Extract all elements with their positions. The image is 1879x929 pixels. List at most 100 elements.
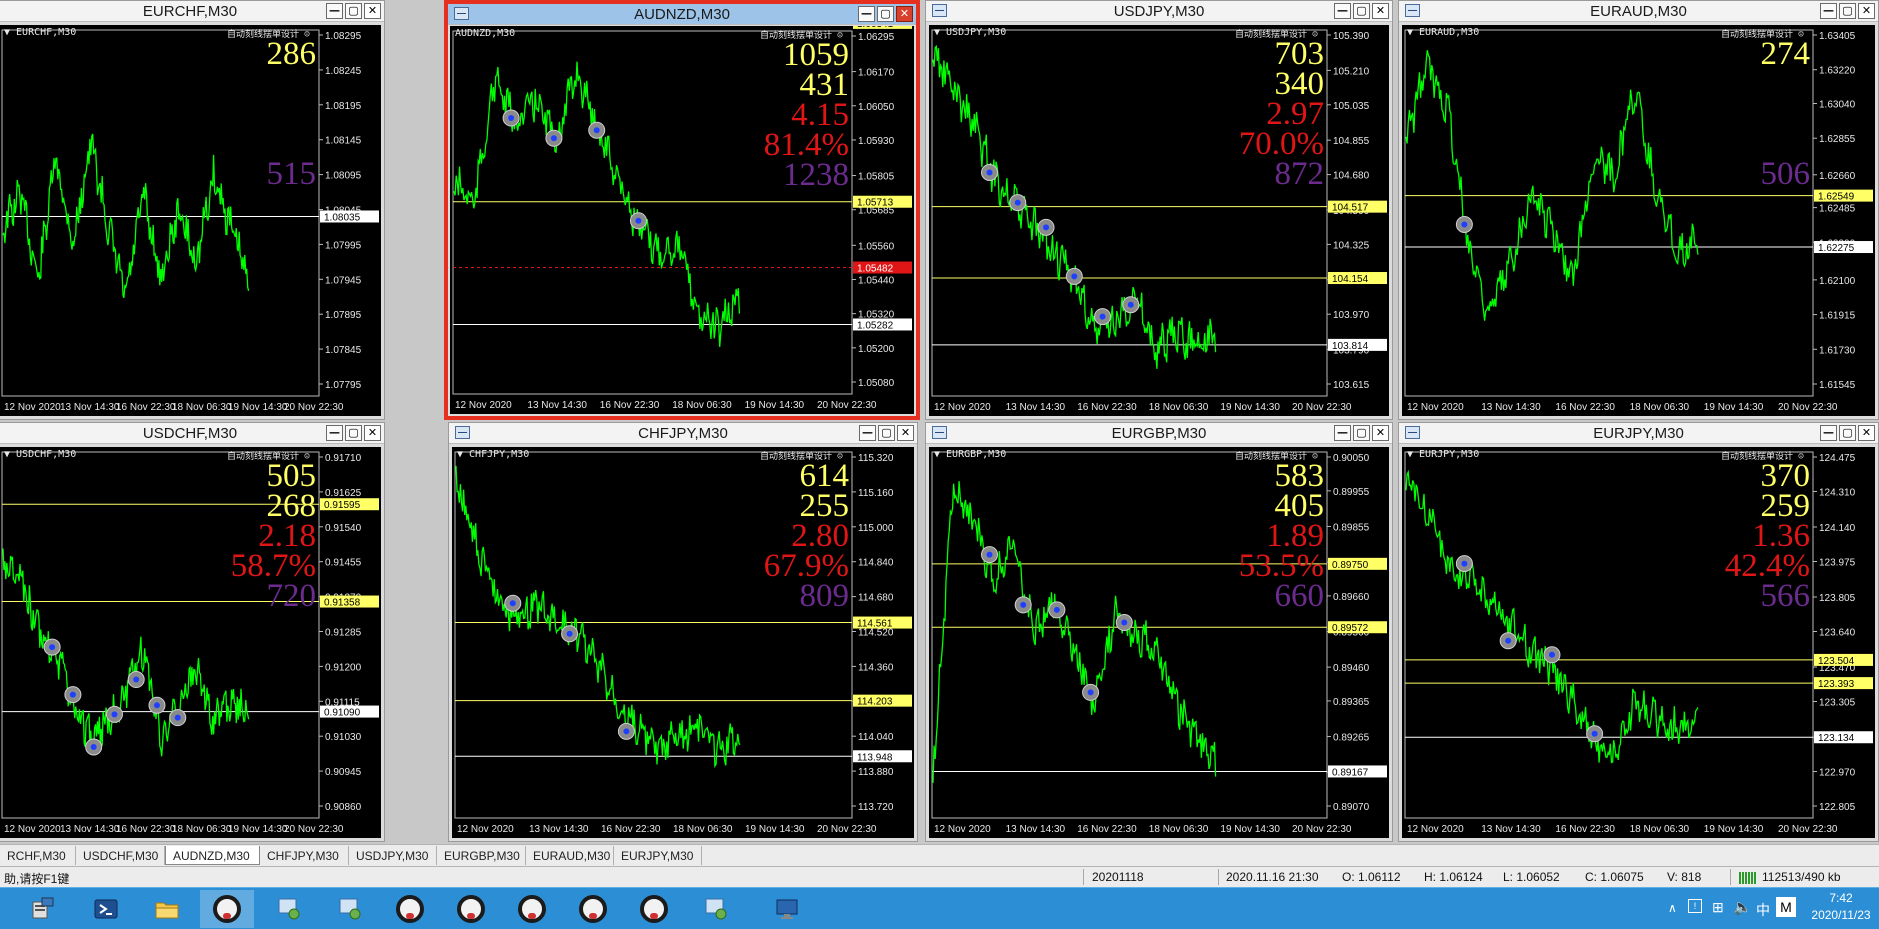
mt4-taskbar-button-1[interactable] xyxy=(200,890,254,928)
close-button[interactable]: ✕ xyxy=(1858,425,1875,441)
clock[interactable]: 7:42 2020/11/23 xyxy=(1810,891,1872,929)
chart-window-eurgbp[interactable]: EURGBP,M30 —▢✕ 0.90050 0.89955 0.89855 0.8975… xyxy=(925,422,1393,842)
minimize-button[interactable]: — xyxy=(1820,425,1837,441)
chart-title-bar[interactable]: EURAUD,M30 — ▢ ✕ xyxy=(1399,1,1878,22)
price-chart-area[interactable]: 1.06295 1.06170 1.06050 1.05930 1.05805 1.056… xyxy=(450,26,914,414)
maximize-button[interactable]: ▢ xyxy=(1839,425,1856,441)
chart-title-bar[interactable]: EURCHF,M30— ▢ ✕ xyxy=(0,1,384,22)
price-chart-area[interactable]: 1.08295 1.08245 1.08195 1.08145 1.08095 1.080… xyxy=(0,25,381,416)
chart-title-bar[interactable]: USDJPY,M30 — ▢ ✕ xyxy=(926,1,1392,22)
mt4-taskbar-button-4[interactable] xyxy=(505,890,559,928)
price-tick-label: 105.210 xyxy=(1333,66,1370,77)
chart-tab[interactable]: USDJPY,M30 xyxy=(349,846,437,865)
connection-bars-icon[interactable] xyxy=(1739,872,1757,884)
mt4-taskbar-button-2[interactable] xyxy=(383,890,437,928)
minimize-button[interactable]: — xyxy=(326,425,343,441)
price-chart-area[interactable]: 0.917100.916250.915400.914550.913700.912… xyxy=(0,447,381,838)
ea-stat-1: 614 xyxy=(799,458,850,494)
chart-window-euraud[interactable]: EURAUD,M30 — ▢ ✕ 1.63405 1.63220 1.63040 1.6285… xyxy=(1398,0,1879,420)
ea-stat-3: 1.89 xyxy=(1266,518,1324,554)
price-tick-label: 0.89460 xyxy=(1333,663,1370,674)
powershell-button[interactable] xyxy=(78,890,132,928)
price-tick-label: 115.320 xyxy=(858,453,894,464)
minimize-button[interactable]: — xyxy=(858,6,875,22)
time-tick-label: 13 Nov 14:30 xyxy=(1006,402,1066,413)
maximize-button[interactable]: ▢ xyxy=(878,425,895,441)
chart-tab[interactable]: RCHF,M30 xyxy=(0,846,76,865)
maximize-button[interactable]: ▢ xyxy=(345,3,362,19)
time-tick-label: 12 Nov 2020 xyxy=(934,824,991,835)
maximize-button[interactable]: ▢ xyxy=(345,425,362,441)
chart-title-bar[interactable]: EURJPY,M30 — ▢ ✕ xyxy=(1399,423,1878,444)
close-button[interactable]: ✕ xyxy=(1372,425,1389,441)
tray-expand-icon[interactable]: ∧ xyxy=(1668,901,1677,929)
maximize-button[interactable]: ▢ xyxy=(1353,425,1370,441)
price-tick-label: 1.62485 xyxy=(1819,204,1856,215)
maximize-button[interactable]: ▢ xyxy=(1839,3,1856,19)
chart-frame xyxy=(1404,29,1814,397)
time-tick-label: 13 Nov 14:30 xyxy=(527,400,587,411)
file-explorer-button[interactable] xyxy=(139,890,193,928)
traffic-status: 112513/490 kb xyxy=(1762,870,1841,884)
network-icon[interactable]: ⊞ xyxy=(1712,899,1724,929)
remote-desktop-button-2[interactable] xyxy=(322,890,376,928)
close-button[interactable]: ✕ xyxy=(897,425,914,441)
mt4-taskbar-button-5[interactable] xyxy=(566,890,620,928)
server-manager-button[interactable] xyxy=(14,890,68,928)
close-button[interactable]: ✕ xyxy=(364,3,381,19)
minimize-button[interactable]: — xyxy=(1334,3,1351,19)
chart-title-bar[interactable]: CHFJPY,M30 — ▢ ✕ xyxy=(449,423,917,444)
maximize-button[interactable]: ▢ xyxy=(877,6,894,22)
minimize-button[interactable]: — xyxy=(326,3,343,19)
time-tick-label: 20 Nov 22:30 xyxy=(1778,824,1838,835)
monitor-app-button[interactable] xyxy=(759,890,813,928)
chart-window-audnzd[interactable]: AUDNZD,M30 — ▢ ✕ 1.06295 1.06170 1.06050 1.0593… xyxy=(444,0,920,420)
chart-window-usdchf[interactable]: USDCHF,M30— ▢ ✕ 0.91710 0.91625 0.91540 0.9145… xyxy=(0,422,385,842)
chart-tab[interactable]: EURGBP,M30 xyxy=(437,846,526,865)
mt4-taskbar-button-3[interactable] xyxy=(444,890,498,928)
ime-language-indicator[interactable]: 中 xyxy=(1756,900,1770,929)
chart-window-eurjpy[interactable]: EURJPY,M30 — ▢ ✕ 124.475 124.310 124.140 123.97… xyxy=(1398,422,1879,842)
chart-window-eurchf[interactable]: EURCHF,M30— ▢ ✕ 1.08295 1.08245 1.08195 1.0814… xyxy=(0,0,385,420)
action-center-icon[interactable]: ! xyxy=(1688,899,1702,913)
chart-tab[interactable]: EURJPY,M30 xyxy=(614,846,702,865)
chart-title-bar[interactable]: EURGBP,M30 — ▢ ✕ xyxy=(926,423,1392,444)
price-chart-area[interactable]: 124.475 124.310 124.140 123.975 123.805 123.6… xyxy=(1402,447,1875,838)
minimize-button[interactable]: — xyxy=(1334,425,1351,441)
close-button[interactable]: ✕ xyxy=(1858,3,1875,19)
close-button[interactable]: ✕ xyxy=(896,6,913,22)
maximize-button[interactable]: ▢ xyxy=(1353,3,1370,19)
price-chart-area[interactable]: 115.320 115.160 115.000 114.840 114.680 114.5… xyxy=(452,447,914,838)
remote-desktop-button-3[interactable] xyxy=(688,890,742,928)
chart-tab[interactable]: USDCHF,M30 xyxy=(76,846,165,865)
price-chart-area[interactable]: 105.390 105.210 105.035 104.855 104.680 104.5… xyxy=(929,25,1389,416)
price-chart-area[interactable]: 0.900500.899550.898550.897550.896600.895… xyxy=(929,447,1389,838)
mt4-taskbar-button-6[interactable] xyxy=(627,890,681,928)
trade-marker-dot xyxy=(1053,606,1060,613)
price-tick-label: 115.000 xyxy=(858,523,894,534)
chart-symbol-label: ▼ EURGBP,M30 xyxy=(934,449,1007,460)
close-button[interactable]: ✕ xyxy=(1372,3,1389,19)
price-tick-label: 1.08095 xyxy=(325,171,362,182)
price-line xyxy=(1405,469,1699,764)
minimize-button[interactable]: — xyxy=(859,425,876,441)
close-button[interactable]: ✕ xyxy=(364,425,381,441)
ea-stat-4: 53.5% xyxy=(1238,548,1324,584)
price-line xyxy=(2,133,250,299)
minimize-button[interactable]: — xyxy=(1820,3,1837,19)
chart-title-bar[interactable]: USDCHF,M30— ▢ ✕ xyxy=(0,423,384,444)
chart-window-usdjpy[interactable]: USDJPY,M30 — ▢ ✕ 105.390 105.210 105.035 104.85… xyxy=(925,0,1393,420)
ime-mode-indicator[interactable]: M xyxy=(1776,897,1796,917)
bar-low: L: 1.06052 xyxy=(1503,870,1560,884)
time-tick-label: 16 Nov 22:30 xyxy=(116,824,176,835)
chart-window-chfjpy[interactable]: CHFJPY,M30 — ▢ ✕ 115.320 115.160 115.000 114.84… xyxy=(448,422,918,842)
remote-desktop-button-1[interactable] xyxy=(261,890,315,928)
chart-title-bar[interactable]: AUDNZD,M30 — ▢ ✕ xyxy=(448,4,916,25)
chart-tab[interactable]: EURAUD,M30 xyxy=(526,846,614,865)
remote-desktop-icon xyxy=(339,898,361,920)
chart-tab[interactable]: AUDNZD,M30 xyxy=(165,846,260,865)
volume-icon[interactable]: 🔈 xyxy=(1733,898,1752,929)
chart-tab[interactable]: CHFJPY,M30 xyxy=(260,846,349,865)
price-chart-area[interactable]: 1.63405 1.63220 1.63040 1.62855 1.62660 1.624… xyxy=(1402,25,1875,416)
time-tick-label: 16 Nov 22:30 xyxy=(600,400,660,411)
